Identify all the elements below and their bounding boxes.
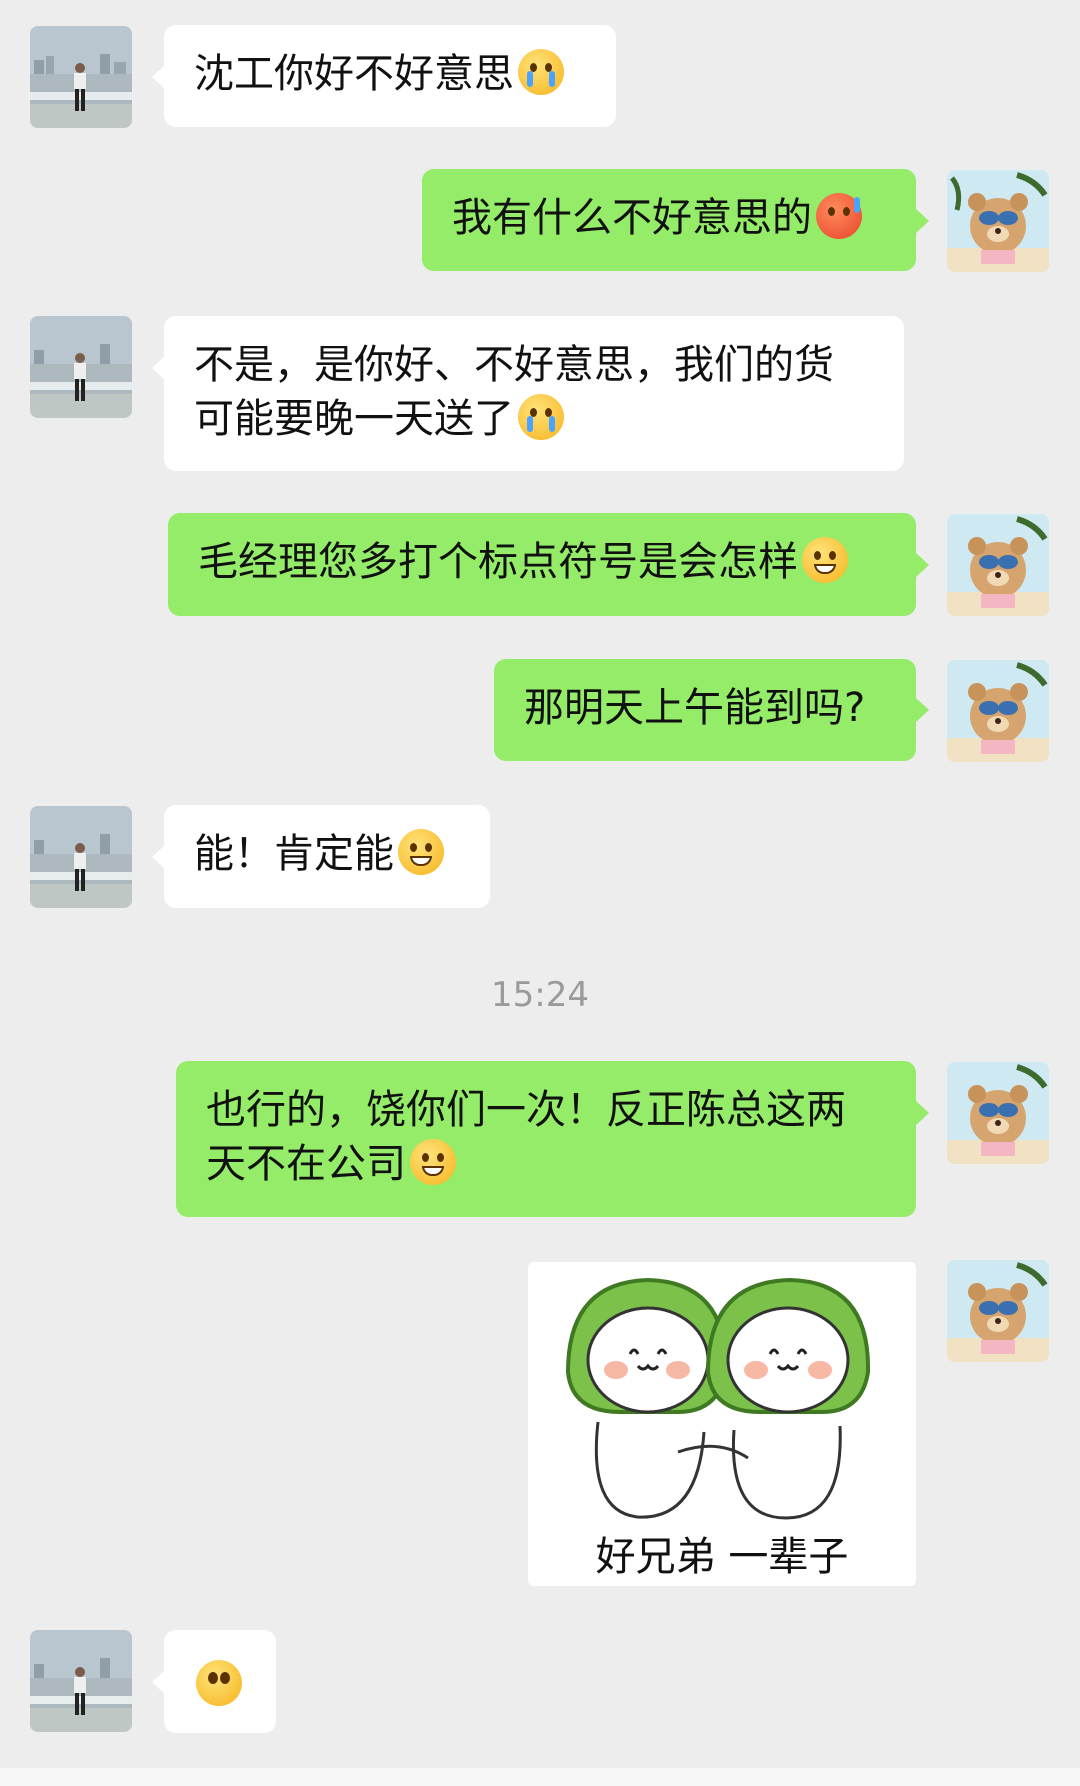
message-bubble[interactable]: 毛经理您多打个标点符号是会怎样 [168,513,916,616]
message-text: 毛经理您多打个标点符号是会怎样 [198,539,798,585]
message-bubble[interactable]: 也行的，饶你们一次！反正陈总这两 天不在公司 [176,1061,916,1217]
my-avatar[interactable] [947,1062,1049,1164]
my-avatar[interactable] [947,1260,1049,1362]
message-text: 沈工你好不好意思 [194,51,514,97]
two-green-hooded-friends-sticker-icon [565,1277,871,1520]
pleading-face-icon [196,1660,242,1706]
bear-sunglasses-avatar-icon [947,1260,1049,1362]
bear-sunglasses-avatar-icon [947,1062,1049,1164]
my-avatar[interactable] [947,514,1049,616]
contact-avatar-photo-icon [30,806,132,908]
contact-avatar[interactable] [30,316,132,418]
input-bar-edge [0,1768,1080,1786]
message-text-line: 可能要晚一天送了 [194,396,514,442]
contact-avatar-photo-icon [30,316,132,418]
facepalm-face-icon [802,537,848,583]
message-text: 能！肯定能 [194,831,394,877]
message-text: 那明天上午能到吗? [524,685,866,731]
contact-avatar[interactable] [30,806,132,908]
message-text-line: 天不在公司 [206,1141,406,1187]
loudly-crying-face-icon [518,394,564,440]
bear-sunglasses-avatar-icon [947,660,1049,762]
message-bubble[interactable] [164,1630,276,1733]
message-text: 我有什么不好意思的 [452,195,812,241]
contact-avatar[interactable] [30,26,132,128]
loudly-crying-face-icon [518,49,564,95]
message-bubble[interactable]: 那明天上午能到吗? [494,659,916,761]
flushed-sweat-face-icon [816,193,862,239]
sticker-caption: 好兄弟 一辈子 [595,1534,849,1580]
grinning-face-icon [398,829,444,875]
bear-sunglasses-avatar-icon [947,514,1049,616]
message-text-line: 不是，是你好、不好意思，我们的货 [194,342,834,388]
contact-avatar-photo-icon [30,26,132,128]
message-bubble[interactable]: 沈工你好不好意思 [164,25,616,127]
message-timestamp: 15:24 [491,975,589,1015]
message-bubble[interactable]: 能！肯定能 [164,805,490,908]
my-avatar[interactable] [947,660,1049,762]
message-bubble[interactable]: 我有什么不好意思的 [422,169,916,271]
message-text-line: 也行的，饶你们一次！反正陈总这两 [206,1087,846,1133]
grinning-face-icon [410,1139,456,1185]
bear-sunglasses-avatar-icon [947,170,1049,272]
contact-avatar-photo-icon [30,1630,132,1732]
my-avatar[interactable] [947,170,1049,272]
contact-avatar[interactable] [30,1630,132,1732]
message-bubble[interactable]: 不是，是你好、不好意思，我们的货 可能要晚一天送了 [164,316,904,471]
sticker-message[interactable]: 好兄弟 一辈子 [528,1262,916,1586]
